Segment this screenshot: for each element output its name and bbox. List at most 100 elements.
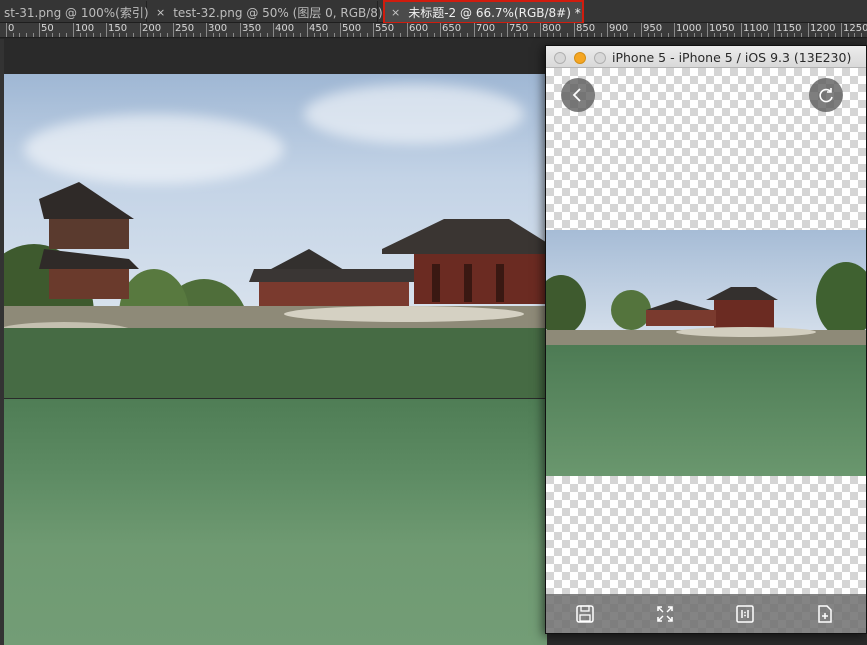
ruler-minor-tick xyxy=(501,33,502,37)
ruler-label: 1200 xyxy=(810,23,836,34)
horizontal-ruler[interactable]: 0 50 100 150 200 250 300 350 400 450 500 550 600 650 7… xyxy=(0,23,867,38)
photo-water xyxy=(4,399,547,645)
ruler-minor-tick xyxy=(367,33,368,37)
ruler-tick xyxy=(841,23,842,37)
ruler-tick xyxy=(6,23,7,37)
tab-label: test-32.png @ 50% (图层 0, RGB/8) xyxy=(173,5,383,20)
ruler-minor-tick xyxy=(794,33,795,37)
ruler-minor-tick xyxy=(380,33,381,37)
ruler-minor-tick xyxy=(113,33,114,37)
ruler-minor-tick xyxy=(761,33,762,37)
ruler-tick xyxy=(106,23,107,37)
ruler-minor-tick xyxy=(481,33,482,37)
ruler-minor-tick xyxy=(247,33,248,37)
actual-size-icon xyxy=(736,605,754,623)
actual-size-button[interactable] xyxy=(733,602,757,626)
tab-untitled-2-active[interactable]: × 未标题-2 @ 66.7%(RGB/8#) * xyxy=(383,0,584,24)
close-icon[interactable]: × xyxy=(156,6,165,19)
new-document-button[interactable] xyxy=(813,602,837,626)
ruler-minor-tick xyxy=(126,33,127,37)
ruler-minor-tick xyxy=(681,33,682,37)
ruler-minor-tick xyxy=(213,33,214,37)
ruler-minor-tick xyxy=(520,33,521,37)
simulator-titlebar[interactable]: iPhone 5 - iPhone 5 / iOS 9.3 (13E230) xyxy=(546,46,866,68)
ruler-tick xyxy=(641,23,642,37)
ruler-label: 400 xyxy=(275,23,295,34)
ruler-minor-tick xyxy=(386,33,387,37)
ruler-tick xyxy=(373,23,374,37)
ruler-minor-tick xyxy=(427,33,428,37)
ruler-minor-tick xyxy=(614,33,615,37)
tab-st-31[interactable]: st-31.png @ 100%(索引) xyxy=(0,1,149,23)
ruler-minor-tick xyxy=(434,33,435,37)
ruler-minor-tick xyxy=(80,33,81,37)
ruler-minor-tick xyxy=(180,33,181,37)
ruler-label: 500 xyxy=(342,23,362,34)
ruler-minor-tick xyxy=(286,33,287,37)
ruler-tick xyxy=(273,23,274,37)
ruler-minor-tick xyxy=(587,33,588,37)
ruler-tick xyxy=(407,23,408,37)
ruler-minor-tick xyxy=(848,33,849,37)
ruler-minor-tick xyxy=(781,33,782,37)
ruler-minor-tick xyxy=(19,33,20,37)
back-icon xyxy=(572,88,581,102)
ruler-minor-tick xyxy=(768,33,769,37)
close-icon[interactable]: × xyxy=(391,6,400,19)
ruler-minor-tick xyxy=(661,33,662,37)
ruler-minor-tick xyxy=(787,33,788,37)
ruler-tick xyxy=(39,23,40,37)
ruler-minor-tick xyxy=(594,33,595,37)
ruler-minor-tick xyxy=(487,33,488,37)
ruler-tick xyxy=(707,23,708,37)
simulator-title: iPhone 5 - iPhone 5 / iOS 9.3 (13E230) xyxy=(612,50,852,65)
ruler-minor-tick xyxy=(226,33,227,37)
close-window-button[interactable] xyxy=(554,52,566,64)
ruler-label: 1150 xyxy=(776,23,802,34)
ruler-minor-tick xyxy=(567,33,568,37)
ruler-tick xyxy=(73,23,74,37)
ruler-minor-tick xyxy=(86,33,87,37)
ruler-tick xyxy=(574,23,575,37)
ruler-minor-tick xyxy=(52,33,53,37)
ruler-minor-tick xyxy=(854,33,855,37)
ruler-minor-tick xyxy=(414,33,415,37)
ruler-minor-tick xyxy=(460,33,461,37)
refresh-button[interactable] xyxy=(809,78,843,112)
ruler-minor-tick xyxy=(147,33,148,37)
ruler-minor-tick xyxy=(26,33,27,37)
ruler-minor-tick xyxy=(694,33,695,37)
ruler-label: 100 xyxy=(75,23,95,34)
ruler-label: 650 xyxy=(442,23,462,34)
fit-screen-icon xyxy=(657,606,673,622)
ruler-minor-tick xyxy=(627,33,628,37)
tab-test-32[interactable]: × test-32.png @ 50% (图层 0, RGB/8) xyxy=(150,1,383,23)
ruler-label: 750 xyxy=(509,23,529,34)
ruler-label: 1250 xyxy=(843,23,867,34)
minimize-window-button[interactable] xyxy=(574,52,586,64)
ruler-minor-tick xyxy=(821,33,822,37)
zoom-window-button[interactable] xyxy=(594,52,606,64)
ruler-tick xyxy=(173,23,174,37)
ios-simulator-window[interactable]: iPhone 5 - iPhone 5 / iOS 9.3 (13E230) xyxy=(545,45,867,634)
ruler-minor-tick xyxy=(119,33,120,37)
ruler-minor-tick xyxy=(648,33,649,37)
simulator-screen[interactable] xyxy=(546,68,866,633)
ruler-minor-tick xyxy=(861,33,862,37)
ruler-minor-tick xyxy=(701,33,702,37)
ruler-minor-tick xyxy=(467,33,468,37)
ruler-minor-tick xyxy=(828,33,829,37)
ruler-tick xyxy=(741,23,742,37)
ruler-minor-tick xyxy=(494,33,495,37)
ruler-label: 350 xyxy=(242,23,262,34)
ruler-minor-tick xyxy=(453,33,454,37)
fit-screen-button[interactable] xyxy=(653,602,677,626)
canvas-photo[interactable] xyxy=(4,74,547,645)
ruler-tick xyxy=(140,23,141,37)
preview-image xyxy=(546,230,866,476)
back-button[interactable] xyxy=(561,78,595,112)
ruler-minor-tick xyxy=(160,33,161,37)
ruler-minor-tick xyxy=(347,33,348,37)
save-button[interactable] xyxy=(573,602,597,626)
ruler-tick xyxy=(808,23,809,37)
